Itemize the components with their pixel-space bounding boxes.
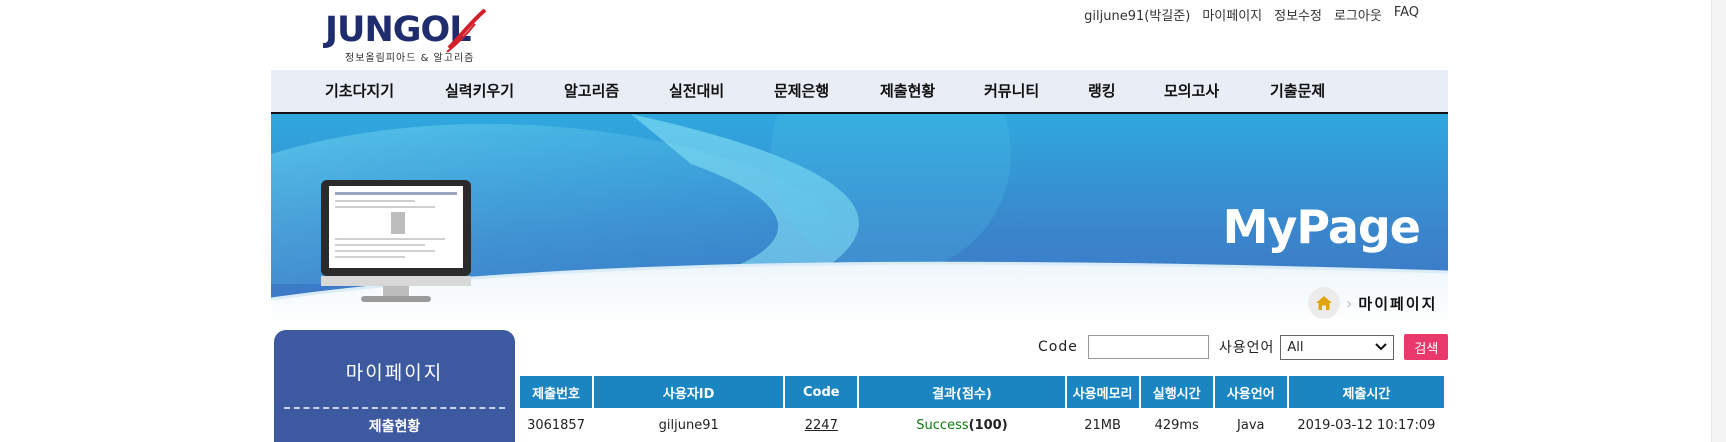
sidebar-item-submissions[interactable]: 제출현황 <box>274 416 515 436</box>
home-button[interactable] <box>1308 287 1340 319</box>
nav-item-community[interactable]: 커뮤니티 <box>984 70 1039 112</box>
col-code: Code <box>785 376 858 408</box>
submissions-table: 제출번호 사용자ID Code 결과(점수) 사용메모리 실행시간 사용언어 제… <box>518 376 1446 442</box>
code-input[interactable] <box>1087 335 1209 359</box>
sidebar-divider <box>284 407 505 409</box>
nav-item-mock-exam[interactable]: 모의고사 <box>1164 70 1219 112</box>
cell-submission-no: 3061857 <box>527 417 585 433</box>
table-row: 3061857 giljune91 2247 Success(100) 21MB… <box>520 408 1444 442</box>
chevron-right-icon: › <box>1346 293 1353 313</box>
main-nav: 기초다지기 실력키우기 알고리즘 실전대비 문제은행 제출현황 커뮤니티 랭킹 … <box>271 70 1448 114</box>
cell-user-id: giljune91 <box>658 417 719 433</box>
nav-item-problem-bank[interactable]: 문제은행 <box>774 70 829 112</box>
col-time: 실행시간 <box>1140 376 1213 408</box>
logo-subtitle: 정보올림피아드 & 알고리즘 <box>345 53 475 64</box>
language-label: 사용언어 <box>1218 340 1275 356</box>
result-score: (100) <box>968 417 1008 433</box>
table-header-row: 제출번호 사용자ID Code 결과(점수) 사용메모리 실행시간 사용언어 제… <box>520 376 1444 408</box>
col-user-id: 사용자ID <box>594 376 784 408</box>
util-link-profile-edit[interactable]: 정보수정 <box>1274 5 1322 25</box>
cell-time: 429ms <box>1154 417 1199 433</box>
util-link-mypage[interactable]: 마이페이지 <box>1202 5 1262 25</box>
logo-swoosh-icon <box>446 8 487 53</box>
util-link-faq[interactable]: FAQ <box>1394 5 1419 25</box>
code-label: Code <box>1038 339 1078 355</box>
breadcrumb: › 마이페이지 <box>1308 286 1437 320</box>
cell-submitted-at: 2019-03-12 10:17:09 <box>1297 417 1436 433</box>
nav-item-practice[interactable]: 실전대비 <box>669 70 724 112</box>
nav-item-algorithm[interactable]: 알고리즘 <box>564 70 619 112</box>
chevron-down-icon <box>1375 343 1388 351</box>
cell-language: Java <box>1237 417 1265 433</box>
cell-result: Success(100) <box>859 408 1064 442</box>
sidebar: 마이페이지 제출현황 <box>274 330 515 442</box>
result-status: Success <box>916 417 969 433</box>
nav-item-past-exams[interactable]: 기출문제 <box>1270 70 1325 112</box>
home-icon <box>1316 296 1332 310</box>
breadcrumb-current: 마이페이지 <box>1358 294 1438 313</box>
col-submitted-at: 제출시간 <box>1288 376 1444 408</box>
banner-title: MyPage <box>1222 200 1421 254</box>
col-submission-no: 제출번호 <box>520 376 593 408</box>
search-button[interactable]: 검색 <box>1404 334 1449 360</box>
util-links: giljune91(박길준) 마이페이지 정보수정 로그아웃 FAQ <box>1084 5 1419 25</box>
nav-item-ranking[interactable]: 랭킹 <box>1088 70 1116 112</box>
jungol-logo[interactable]: JUNGOL 정보올림피아드 & 알고리즘 <box>325 8 505 64</box>
nav-item-submissions[interactable]: 제출현황 <box>880 70 935 112</box>
nav-item-skill-up[interactable]: 실력키우기 <box>445 70 514 112</box>
cell-memory: 21MB <box>1084 417 1121 433</box>
nav-item-basics[interactable]: 기초다지기 <box>325 70 394 112</box>
search-bar: Code 사용언어 All 검색 <box>1038 333 1449 361</box>
util-link-logout[interactable]: 로그아웃 <box>1334 5 1382 25</box>
col-memory: 사용메모리 <box>1066 376 1139 408</box>
col-language: 사용언어 <box>1214 376 1287 408</box>
mypage-banner: MyPage <box>271 114 1448 324</box>
sidebar-title: 마이페이지 <box>345 362 444 384</box>
language-select-value: All <box>1287 339 1304 355</box>
cell-code-link[interactable]: 2247 <box>785 408 857 442</box>
col-result: 결과(점수) <box>859 376 1065 408</box>
vertical-scrollbar[interactable] <box>1711 0 1726 442</box>
language-select[interactable]: All <box>1280 334 1395 360</box>
util-link-user[interactable]: giljune91(박길준) <box>1084 5 1190 25</box>
